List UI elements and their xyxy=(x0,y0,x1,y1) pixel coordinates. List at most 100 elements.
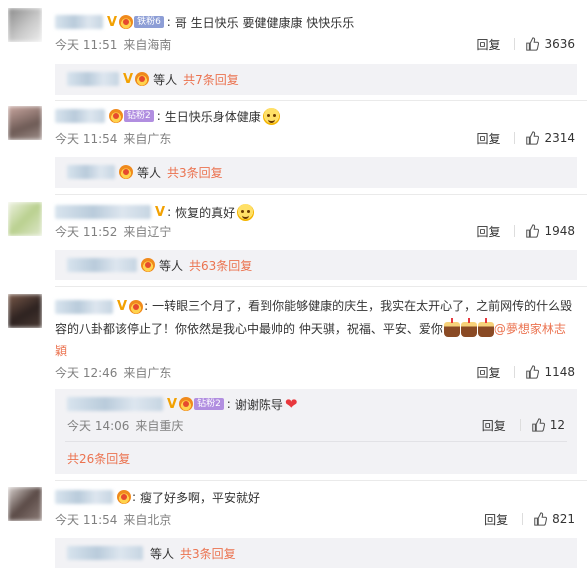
comment-date: 今天 11:54 xyxy=(55,131,118,146)
more-replies-link[interactable]: 共26条回复 xyxy=(67,450,130,467)
fan-crown-icon xyxy=(119,165,133,179)
comment-actions: 回复 821 xyxy=(484,511,575,527)
comment-location: 来自海南 xyxy=(123,37,172,52)
avatar[interactable] xyxy=(8,487,42,521)
reply-summary-box: 等人 共63条回复 xyxy=(55,250,577,280)
comment-meta: 今天 12:46 来自广东 xyxy=(55,364,171,380)
sub-reply-meta: 今天 14:06 来自重庆 xyxy=(67,417,183,433)
comment-location: 来自广东 xyxy=(123,131,172,146)
avatar[interactable] xyxy=(8,294,42,328)
more-replies-link[interactable]: 共63条回复 xyxy=(189,257,252,274)
comment-actions: 回复 3636 xyxy=(476,36,575,52)
sub-reply-date: 今天 14:06 xyxy=(67,418,130,433)
replier-name-blurred[interactable] xyxy=(67,258,137,272)
comment-text: 生日快乐身体健康 xyxy=(164,109,261,124)
comment-meta: 今天 11:54 来自广东 xyxy=(55,130,171,146)
sub-reply-box: V 钻粉2 : 谢谢陈导 ❤ 今天 14:06 来自重庆 回复 12 共26条回… xyxy=(55,389,577,474)
cake-emoji-icon xyxy=(477,318,494,337)
fan-level-badge: 铁粉6 xyxy=(134,16,164,28)
sub-reply-location: 来自重庆 xyxy=(135,418,184,433)
fan-crown-icon xyxy=(179,397,194,411)
like-count: 1148 xyxy=(544,365,575,379)
thumbs-up-icon[interactable] xyxy=(531,418,545,432)
username-blurred[interactable] xyxy=(55,299,113,314)
thumbs-up-icon[interactable] xyxy=(525,224,540,238)
fan-crown-icon xyxy=(119,15,134,29)
reply-summary-people: 等人 xyxy=(137,165,162,180)
comment-date: 今天 11:52 xyxy=(55,224,118,239)
comment-actions: 回复 2314 xyxy=(476,130,575,146)
fan-level-badge: 钻粉2 xyxy=(194,398,224,410)
replier-name-blurred[interactable] xyxy=(67,72,119,86)
username-blurred[interactable] xyxy=(55,109,105,123)
thumbs-up-icon[interactable] xyxy=(533,512,548,526)
sub-reply-actions: 回复 12 xyxy=(482,417,565,433)
avatar[interactable] xyxy=(8,8,42,42)
sub-reply-button[interactable]: 回复 xyxy=(482,417,506,434)
reply-button[interactable]: 回复 xyxy=(476,130,500,147)
thumbs-up-icon[interactable] xyxy=(525,365,540,379)
comment-date: 今天 11:54 xyxy=(55,512,118,527)
cake-emoji-icon xyxy=(443,318,460,337)
v-badge-icon: V xyxy=(155,204,166,220)
like-count: 3636 xyxy=(544,37,575,51)
comment-location: 来自广东 xyxy=(123,365,172,380)
cake-emoji-icon xyxy=(460,318,477,337)
fan-level-badge: 钻粉2 xyxy=(124,110,154,122)
reply-button[interactable]: 回复 xyxy=(476,223,500,240)
comment-header: V 铁粉6 : 哥 生日快乐 要健健康康 快快乐乐 xyxy=(55,13,354,31)
sub-reply-text: 谢谢陈导 xyxy=(234,397,283,412)
fan-crown-icon xyxy=(117,490,131,504)
comment-text: 恢复的真好 xyxy=(175,205,236,220)
sub-like-count: 12 xyxy=(549,418,565,432)
replier-name-blurred[interactable] xyxy=(67,165,115,179)
more-replies-link[interactable]: 共7条回复 xyxy=(183,71,239,88)
reply-button[interactable]: 回复 xyxy=(476,36,500,53)
emoji-dog-icon xyxy=(237,203,255,221)
username-blurred[interactable] xyxy=(55,15,103,29)
fan-crown-icon xyxy=(109,109,123,123)
more-replies-link[interactable]: 共3条回复 xyxy=(180,545,236,562)
username-blurred[interactable] xyxy=(55,490,113,504)
comment-actions: 回复 1148 xyxy=(476,364,575,380)
comment-location: 来自辽宁 xyxy=(123,224,172,239)
comment-header: : 瘦了好多啊，平安就好 xyxy=(55,488,260,506)
replier-name-blurred[interactable] xyxy=(67,397,163,411)
emoji-smile-icon xyxy=(262,107,280,125)
reply-summary-people: 等人 xyxy=(153,72,178,87)
replier-name-blurred[interactable] xyxy=(67,546,143,560)
v-badge-icon: V xyxy=(123,71,134,87)
avatar[interactable] xyxy=(8,106,42,140)
comment-header: 钻粉2 : 生日快乐身体健康 xyxy=(55,107,280,125)
comment-date: 今天 12:46 xyxy=(55,365,118,380)
comment-meta: 今天 11:51 来自海南 xyxy=(55,36,171,52)
like-count: 1948 xyxy=(544,224,575,238)
comment-meta: 今天 11:52 来自辽宁 xyxy=(55,223,171,239)
fan-crown-icon xyxy=(141,258,155,272)
comment-actions: 回复 1948 xyxy=(476,223,575,239)
username-blurred[interactable] xyxy=(55,205,151,219)
sub-reply-header: V 钻粉2 : 谢谢陈导 ❤ xyxy=(67,395,297,413)
reply-summary-box: V 等人 共7条回复 xyxy=(55,64,577,95)
comment-location: 来自北京 xyxy=(123,512,172,527)
v-badge-icon: V xyxy=(117,299,128,314)
fan-crown-icon xyxy=(129,299,144,314)
comment-text: 哥 生日快乐 要健健康康 快快乐乐 xyxy=(174,15,355,30)
reply-button[interactable]: 回复 xyxy=(484,511,508,528)
heart-emoji-icon: ❤ xyxy=(284,395,298,413)
comment-header: V: 一转眼三个月了，看到你能够健康的庆生，我实在太开心了，之前网传的什么毁容的八… xyxy=(55,299,573,358)
reply-summary-box: 等人 共3条回复 xyxy=(55,538,577,568)
reply-summary-box: 等人 共3条回复 xyxy=(55,157,577,188)
reply-summary-people: 等人 xyxy=(159,258,184,273)
thumbs-up-icon[interactable] xyxy=(525,131,540,145)
like-count: 2314 xyxy=(544,131,575,145)
v-badge-icon: V xyxy=(107,14,118,30)
thumbs-up-icon[interactable] xyxy=(525,37,540,51)
more-replies-link[interactable]: 共3条回复 xyxy=(167,164,223,181)
avatar[interactable] xyxy=(8,202,42,236)
v-badge-icon: V xyxy=(167,396,178,412)
reply-summary-people: 等人 xyxy=(150,546,175,561)
like-count: 821 xyxy=(552,512,575,526)
reply-button[interactable]: 回复 xyxy=(476,364,500,381)
comment-date: 今天 11:51 xyxy=(55,37,118,52)
